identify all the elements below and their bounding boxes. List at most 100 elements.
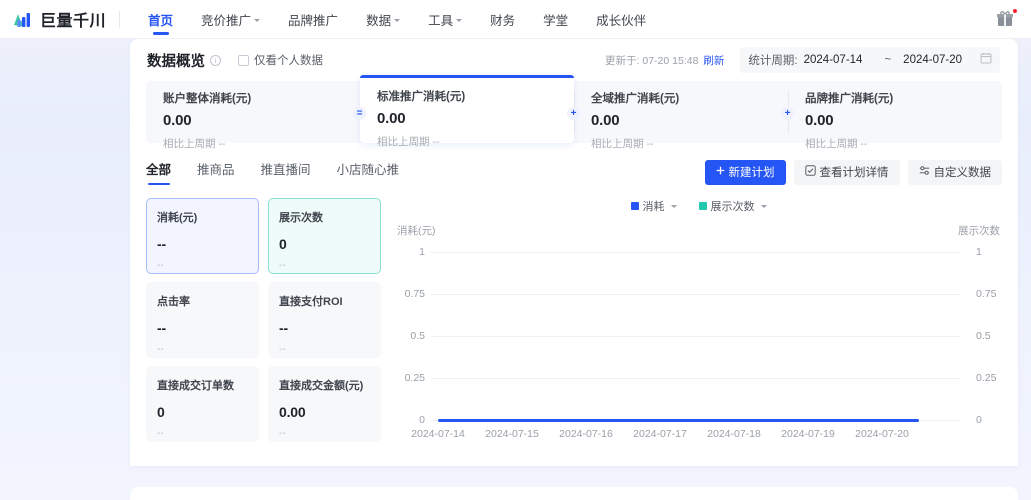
kpi-subtext: 相比上周期 -- xyxy=(163,138,226,150)
x-tick: 2024-07-15 xyxy=(485,428,539,440)
legend-label: 消耗 xyxy=(642,201,665,213)
legend-color-swatch xyxy=(698,202,707,210)
y-tick: 0.25 xyxy=(404,372,425,384)
nav-item-label: 学堂 xyxy=(543,13,569,28)
chart-x-axis: 2024-07-14 2024-07-15 2024-07-16 2024-07… xyxy=(395,428,1002,442)
page-title: 数据概览 xyxy=(147,53,205,70)
legend-item-spend[interactable]: 消耗 xyxy=(630,198,677,214)
kpi-subtext: 相比上周期 -- xyxy=(805,138,868,150)
metric-subtext: -- xyxy=(157,260,164,271)
kpi-title: 品牌推广消耗(元) xyxy=(805,93,894,105)
kpi-card-brand-promotion-spend[interactable]: + 品牌推广消耗(元) 0.00 相比上周期 -- xyxy=(781,81,1002,150)
sliders-icon xyxy=(919,165,930,179)
legend-color-swatch xyxy=(630,202,639,210)
kpi-subtext: 相比上周期 -- xyxy=(377,136,440,148)
kpi-card-standard-promotion-spend[interactable]: = 标准推广消耗(元) 0.00 相比上周期 -- xyxy=(353,75,574,148)
nav-item-brand-promotion[interactable]: 品牌推广 xyxy=(274,0,352,39)
tab-label: 小店随心推 xyxy=(336,163,400,177)
x-tick: 2024-07-17 xyxy=(633,428,687,440)
period-label: 统计周期: xyxy=(748,55,798,67)
nav-item-label: 成长伙伴 xyxy=(596,13,647,28)
view-plan-detail-button[interactable]: 查看计划详情 xyxy=(793,159,900,185)
chevron-down-icon xyxy=(760,204,767,208)
nav-item-tools[interactable]: 工具 xyxy=(414,0,476,39)
series-line-spend xyxy=(438,419,919,422)
nav-item-label: 工具 xyxy=(428,13,454,28)
gift-icon[interactable] xyxy=(995,8,1018,31)
y2-tick: 0 xyxy=(976,414,982,426)
metric-card-direct-gmv[interactable]: 直接成交金额(元) 0.00 -- xyxy=(268,366,381,442)
x-tick: 2024-07-20 xyxy=(855,428,909,440)
custom-data-button[interactable]: 自定义数据 xyxy=(907,159,1002,185)
date-start: 2024-07-14 xyxy=(803,54,863,66)
secondary-panel xyxy=(130,487,1018,500)
calendar-icon[interactable] xyxy=(980,51,992,69)
panel-header: 数据概览 i 仅看个人数据 更新于: 07-20 15:48 刷新 统计周期: … xyxy=(130,39,1018,81)
metric-title: 直接成交订单数 xyxy=(157,380,234,392)
operator-equals-badge: = xyxy=(353,107,366,120)
y-tick: 0 xyxy=(419,414,425,426)
chevron-down-icon xyxy=(456,18,463,22)
x-tick: 2024-07-16 xyxy=(559,428,613,440)
chevron-down-icon xyxy=(394,18,401,22)
date-range-picker[interactable]: 统计周期: 2024-07-14 ~ 2024-07-20 xyxy=(740,47,1000,73)
metric-card-grid: 消耗(元) -- -- 展示次数 0 -- 点击率 -- -- 直接支付ROI … xyxy=(146,198,381,442)
metric-card-impressions[interactable]: 展示次数 0 -- xyxy=(268,198,381,274)
y-tick: 0.75 xyxy=(404,288,425,300)
metric-card-spend[interactable]: 消耗(元) -- -- xyxy=(146,198,259,274)
kpi-card-global-promotion-spend[interactable]: + 全域推广消耗(元) 0.00 相比上周期 -- xyxy=(567,81,788,150)
chart-plot-area: 1 0.75 0.5 0.25 0 1 0.75 0.5 0.25 0 xyxy=(395,244,1002,426)
refresh-button[interactable]: 刷新 xyxy=(703,53,724,68)
y-axis-label: 消耗(元) xyxy=(397,225,436,237)
metric-value: 0 xyxy=(157,404,165,420)
x-tick: 2024-07-18 xyxy=(707,428,761,440)
custom-data-label: 自定义数据 xyxy=(933,167,992,179)
tab-all[interactable]: 全部 xyxy=(146,159,171,185)
metric-title: 直接成交金额(元) xyxy=(279,380,364,392)
brand-logo[interactable]: 巨量千川 xyxy=(0,7,106,31)
kpi-value: 0.00 xyxy=(377,110,406,127)
nav-item-growth-partner[interactable]: 成长伙伴 xyxy=(582,0,660,39)
metric-subtext: -- xyxy=(157,428,164,439)
y2-tick: 0.25 xyxy=(976,372,997,384)
kpi-card-account-total-spend[interactable]: 账户整体消耗(元) 0.00 相比上周期 -- xyxy=(146,81,360,150)
kpi-title: 标准推广消耗(元) xyxy=(377,91,466,103)
info-icon[interactable]: i xyxy=(210,54,221,66)
metric-card-direct-payment-roi[interactable]: 直接支付ROI -- -- xyxy=(268,282,381,358)
new-plan-label: 新建计划 xyxy=(728,167,775,179)
nav-item-finance[interactable]: 财务 xyxy=(476,0,529,39)
metric-card-direct-orders[interactable]: 直接成交订单数 0 -- xyxy=(146,366,259,442)
y-tick: 0.5 xyxy=(410,330,425,342)
panel-header-right: 更新于: 07-20 15:48 刷新 统计周期: 2024-07-14 ~ 2… xyxy=(605,47,1000,73)
operator-plus-badge: + xyxy=(567,107,580,120)
y2-axis-label: 展示次数 xyxy=(958,225,1000,237)
metric-title: 直接支付ROI xyxy=(279,296,343,308)
legend-label: 展示次数 xyxy=(710,201,755,213)
metric-card-click-rate[interactable]: 点击率 -- -- xyxy=(146,282,259,358)
data-overview-panel: 数据概览 i 仅看个人数据 更新于: 07-20 15:48 刷新 统计周期: … xyxy=(130,39,1018,466)
checkbox-label: 仅看个人数据 xyxy=(254,55,323,67)
kpi-value: 0.00 xyxy=(163,112,192,129)
nav-item-academy[interactable]: 学堂 xyxy=(529,0,582,39)
kpi-title: 账户整体消耗(元) xyxy=(163,93,252,105)
y-tick: 1 xyxy=(419,246,425,258)
metric-value: -- xyxy=(157,320,166,336)
nav-item-bidding-promotion[interactable]: 竞价推广 xyxy=(187,0,274,39)
axis-titles: 消耗(元) 展示次数 xyxy=(395,223,1002,238)
metric-subtext: -- xyxy=(279,344,286,355)
nav-item-home[interactable]: 首页 xyxy=(134,0,187,39)
metric-title: 点击率 xyxy=(157,296,190,308)
x-tick: 2024-07-19 xyxy=(781,428,835,440)
tab-promote-livestream[interactable]: 推直播间 xyxy=(261,159,311,185)
legend-item-impressions[interactable]: 展示次数 xyxy=(698,198,767,214)
tab-shop-suixintui[interactable]: 小店随心推 xyxy=(337,159,400,185)
nav-item-data[interactable]: 数据 xyxy=(352,0,414,39)
kpi-value: 0.00 xyxy=(591,112,620,129)
personal-data-checkbox[interactable]: 仅看个人数据 xyxy=(238,52,323,68)
metric-subtext: -- xyxy=(279,428,286,439)
tab-label: 推直播间 xyxy=(260,163,311,177)
plus-icon xyxy=(716,166,725,178)
tab-promote-product[interactable]: 推商品 xyxy=(197,159,235,185)
metric-value: 0.00 xyxy=(279,404,306,420)
new-plan-button[interactable]: 新建计划 xyxy=(704,159,786,185)
